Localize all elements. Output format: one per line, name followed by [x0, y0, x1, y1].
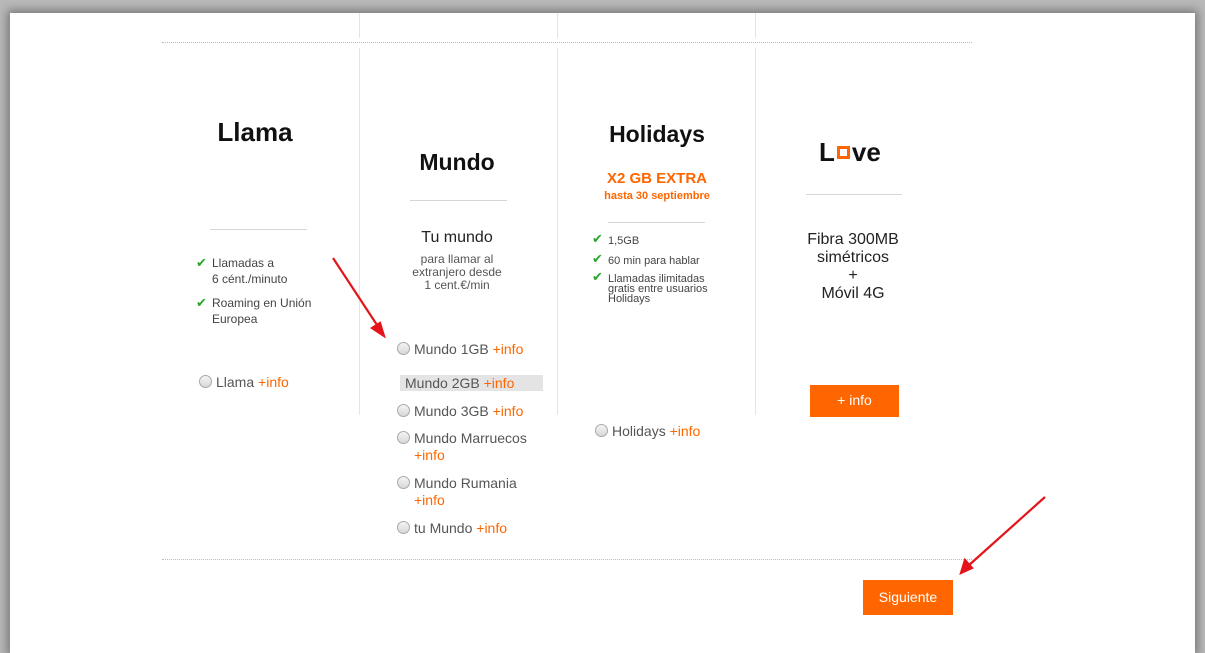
red-arrow-icon — [332, 257, 1046, 576]
